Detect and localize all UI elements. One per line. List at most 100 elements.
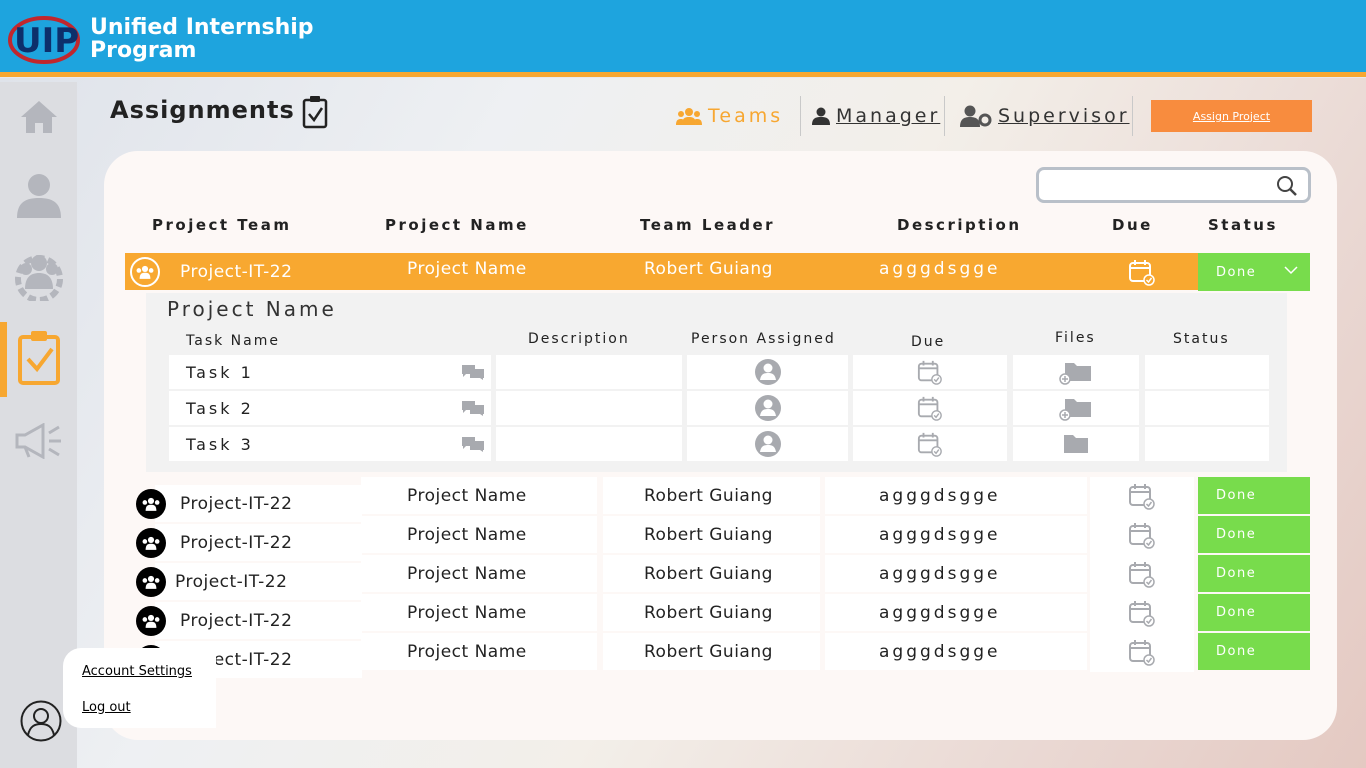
team-badge bbox=[130, 253, 160, 290]
comments-icon[interactable] bbox=[461, 364, 485, 380]
search-input[interactable] bbox=[1045, 170, 1275, 200]
tab-manager[interactable]: Manager bbox=[812, 96, 940, 136]
team-leader: Robert Guiang bbox=[644, 485, 773, 506]
project-name: Project Name bbox=[407, 602, 527, 623]
task-due-cell[interactable] bbox=[853, 391, 1007, 425]
task-row[interactable]: Task 1 bbox=[169, 355, 1269, 389]
person-assigned-cell[interactable] bbox=[687, 391, 848, 425]
calendar-check-icon bbox=[1129, 639, 1155, 666]
avatar-icon bbox=[754, 395, 781, 421]
status-badge[interactable]: Done bbox=[1198, 516, 1310, 553]
due-cell[interactable] bbox=[1128, 594, 1156, 631]
status-badge[interactable]: Done bbox=[1198, 633, 1310, 670]
files-cell[interactable] bbox=[1013, 427, 1139, 461]
table-row-selected[interactable]: Project-IT-22 Project Name Robert Guiang… bbox=[125, 253, 1310, 291]
status-label: Done bbox=[1216, 566, 1257, 581]
task-status-cell[interactable] bbox=[1145, 391, 1269, 425]
tab-supervisor[interactable]: Supervisor bbox=[960, 96, 1130, 136]
column-header-due: Due bbox=[1112, 216, 1153, 234]
page-title: Assignments bbox=[110, 96, 295, 124]
assign-project-button[interactable]: Assign Project bbox=[1151, 100, 1312, 132]
status-label: Done bbox=[1216, 605, 1257, 620]
task-description-cell[interactable] bbox=[496, 427, 682, 461]
chevron-down-icon[interactable] bbox=[1284, 265, 1298, 275]
table-row[interactable]: Project-IT-22 Project Name Robert Guiang ag… bbox=[125, 555, 1310, 600]
sidebar-item-home[interactable] bbox=[0, 82, 77, 152]
table-row[interactable]: Project-IT-22 Project Name Robert Guiang ag… bbox=[125, 594, 1310, 639]
team-icon bbox=[676, 108, 702, 125]
sidebar-item-profile[interactable] bbox=[0, 160, 77, 230]
calendar-check-icon bbox=[1129, 522, 1155, 549]
status-badge[interactable]: Done bbox=[1198, 477, 1310, 514]
status-badge[interactable]: Done bbox=[1198, 594, 1310, 631]
task-description-cell[interactable] bbox=[496, 355, 682, 389]
calendar-check-icon bbox=[917, 396, 942, 421]
tab-divider bbox=[1132, 96, 1133, 136]
tab-supervisor-label: Supervisor bbox=[998, 105, 1130, 127]
tab-teams[interactable]: Teams bbox=[676, 96, 783, 136]
comments-icon[interactable] bbox=[461, 400, 485, 416]
column-header-status: Status bbox=[1208, 216, 1278, 234]
person-assigned-cell[interactable] bbox=[687, 355, 848, 389]
logout-link[interactable]: Log out bbox=[82, 700, 131, 715]
column-header-files: Files bbox=[1055, 330, 1096, 346]
status-badge[interactable]: Done bbox=[1198, 555, 1310, 592]
project-name: Project Name bbox=[407, 524, 527, 545]
table-row[interactable]: Project-IT-22 Project Name Robert Guiang ag… bbox=[125, 477, 1310, 522]
due-cell[interactable] bbox=[1128, 516, 1156, 553]
due-cell[interactable] bbox=[1128, 477, 1156, 514]
task-row[interactable]: Task 2 bbox=[169, 391, 1269, 425]
task-due-cell[interactable] bbox=[853, 355, 1007, 389]
clipboard-check-icon bbox=[17, 331, 60, 385]
app-title-line2: Program bbox=[90, 38, 197, 63]
task-due-cell[interactable] bbox=[853, 427, 1007, 461]
column-header-person: Person Assigned bbox=[691, 331, 836, 347]
project-name: Project Name bbox=[407, 641, 527, 662]
table-row[interactable]: Project-IT-22 Project Name Robert Guiang ag… bbox=[125, 516, 1310, 561]
sidebar-item-teams[interactable] bbox=[0, 240, 77, 310]
task-status-cell[interactable] bbox=[1145, 355, 1269, 389]
due-cell[interactable] bbox=[1128, 633, 1156, 670]
team-icon bbox=[142, 614, 160, 628]
tab-manager-label: Manager bbox=[836, 105, 941, 127]
team-icon bbox=[142, 536, 160, 550]
due-cell[interactable] bbox=[1128, 253, 1156, 290]
task-status-cell[interactable] bbox=[1145, 427, 1269, 461]
sidebar-item-assignments[interactable] bbox=[0, 322, 77, 397]
megaphone-icon bbox=[15, 423, 61, 459]
account-settings-link[interactable]: Account Settings bbox=[82, 664, 192, 679]
table-row[interactable]: Project-IT-22 Project Name Robert Guiang ag… bbox=[125, 633, 1310, 678]
status-dropdown[interactable]: Done bbox=[1198, 253, 1310, 291]
description: agggdsgge bbox=[879, 641, 1001, 662]
project-details-panel: Project Name Task Name Description Perso… bbox=[146, 293, 1287, 472]
project-details-title: Project Name bbox=[167, 297, 337, 321]
project-name: Project Name bbox=[407, 563, 527, 584]
uip-logo: UIP bbox=[8, 16, 80, 64]
files-cell[interactable] bbox=[1013, 355, 1139, 389]
files-cell[interactable] bbox=[1013, 391, 1139, 425]
team-icon bbox=[136, 265, 154, 279]
column-header-description: Description bbox=[897, 216, 1022, 234]
task-name: Task 2 bbox=[186, 398, 254, 418]
sidebar-item-announcements[interactable] bbox=[0, 406, 77, 476]
status-label: Done bbox=[1216, 644, 1257, 659]
search-icon[interactable] bbox=[1276, 175, 1298, 197]
due-cell[interactable] bbox=[1128, 555, 1156, 592]
svg-text:UIP: UIP bbox=[14, 21, 79, 61]
user-icon bbox=[16, 174, 61, 218]
folder-add-icon bbox=[1059, 363, 1091, 385]
task-row[interactable]: Task 3 bbox=[169, 427, 1269, 461]
calendar-check-icon bbox=[1129, 483, 1155, 510]
team-leader: Robert Guiang bbox=[644, 524, 773, 545]
comments-icon[interactable] bbox=[461, 436, 485, 452]
project-team: Project-IT-22 bbox=[180, 261, 293, 282]
account-icon[interactable] bbox=[20, 700, 62, 742]
team-icon bbox=[142, 575, 160, 589]
column-header-task-due: Due bbox=[911, 334, 946, 350]
task-description-cell[interactable] bbox=[496, 391, 682, 425]
calendar-check-icon bbox=[1129, 600, 1155, 627]
description: agggdsgge bbox=[879, 563, 1001, 584]
user-gear-icon bbox=[960, 105, 992, 127]
person-assigned-cell[interactable] bbox=[687, 427, 848, 461]
calendar-check-icon bbox=[1129, 561, 1155, 588]
